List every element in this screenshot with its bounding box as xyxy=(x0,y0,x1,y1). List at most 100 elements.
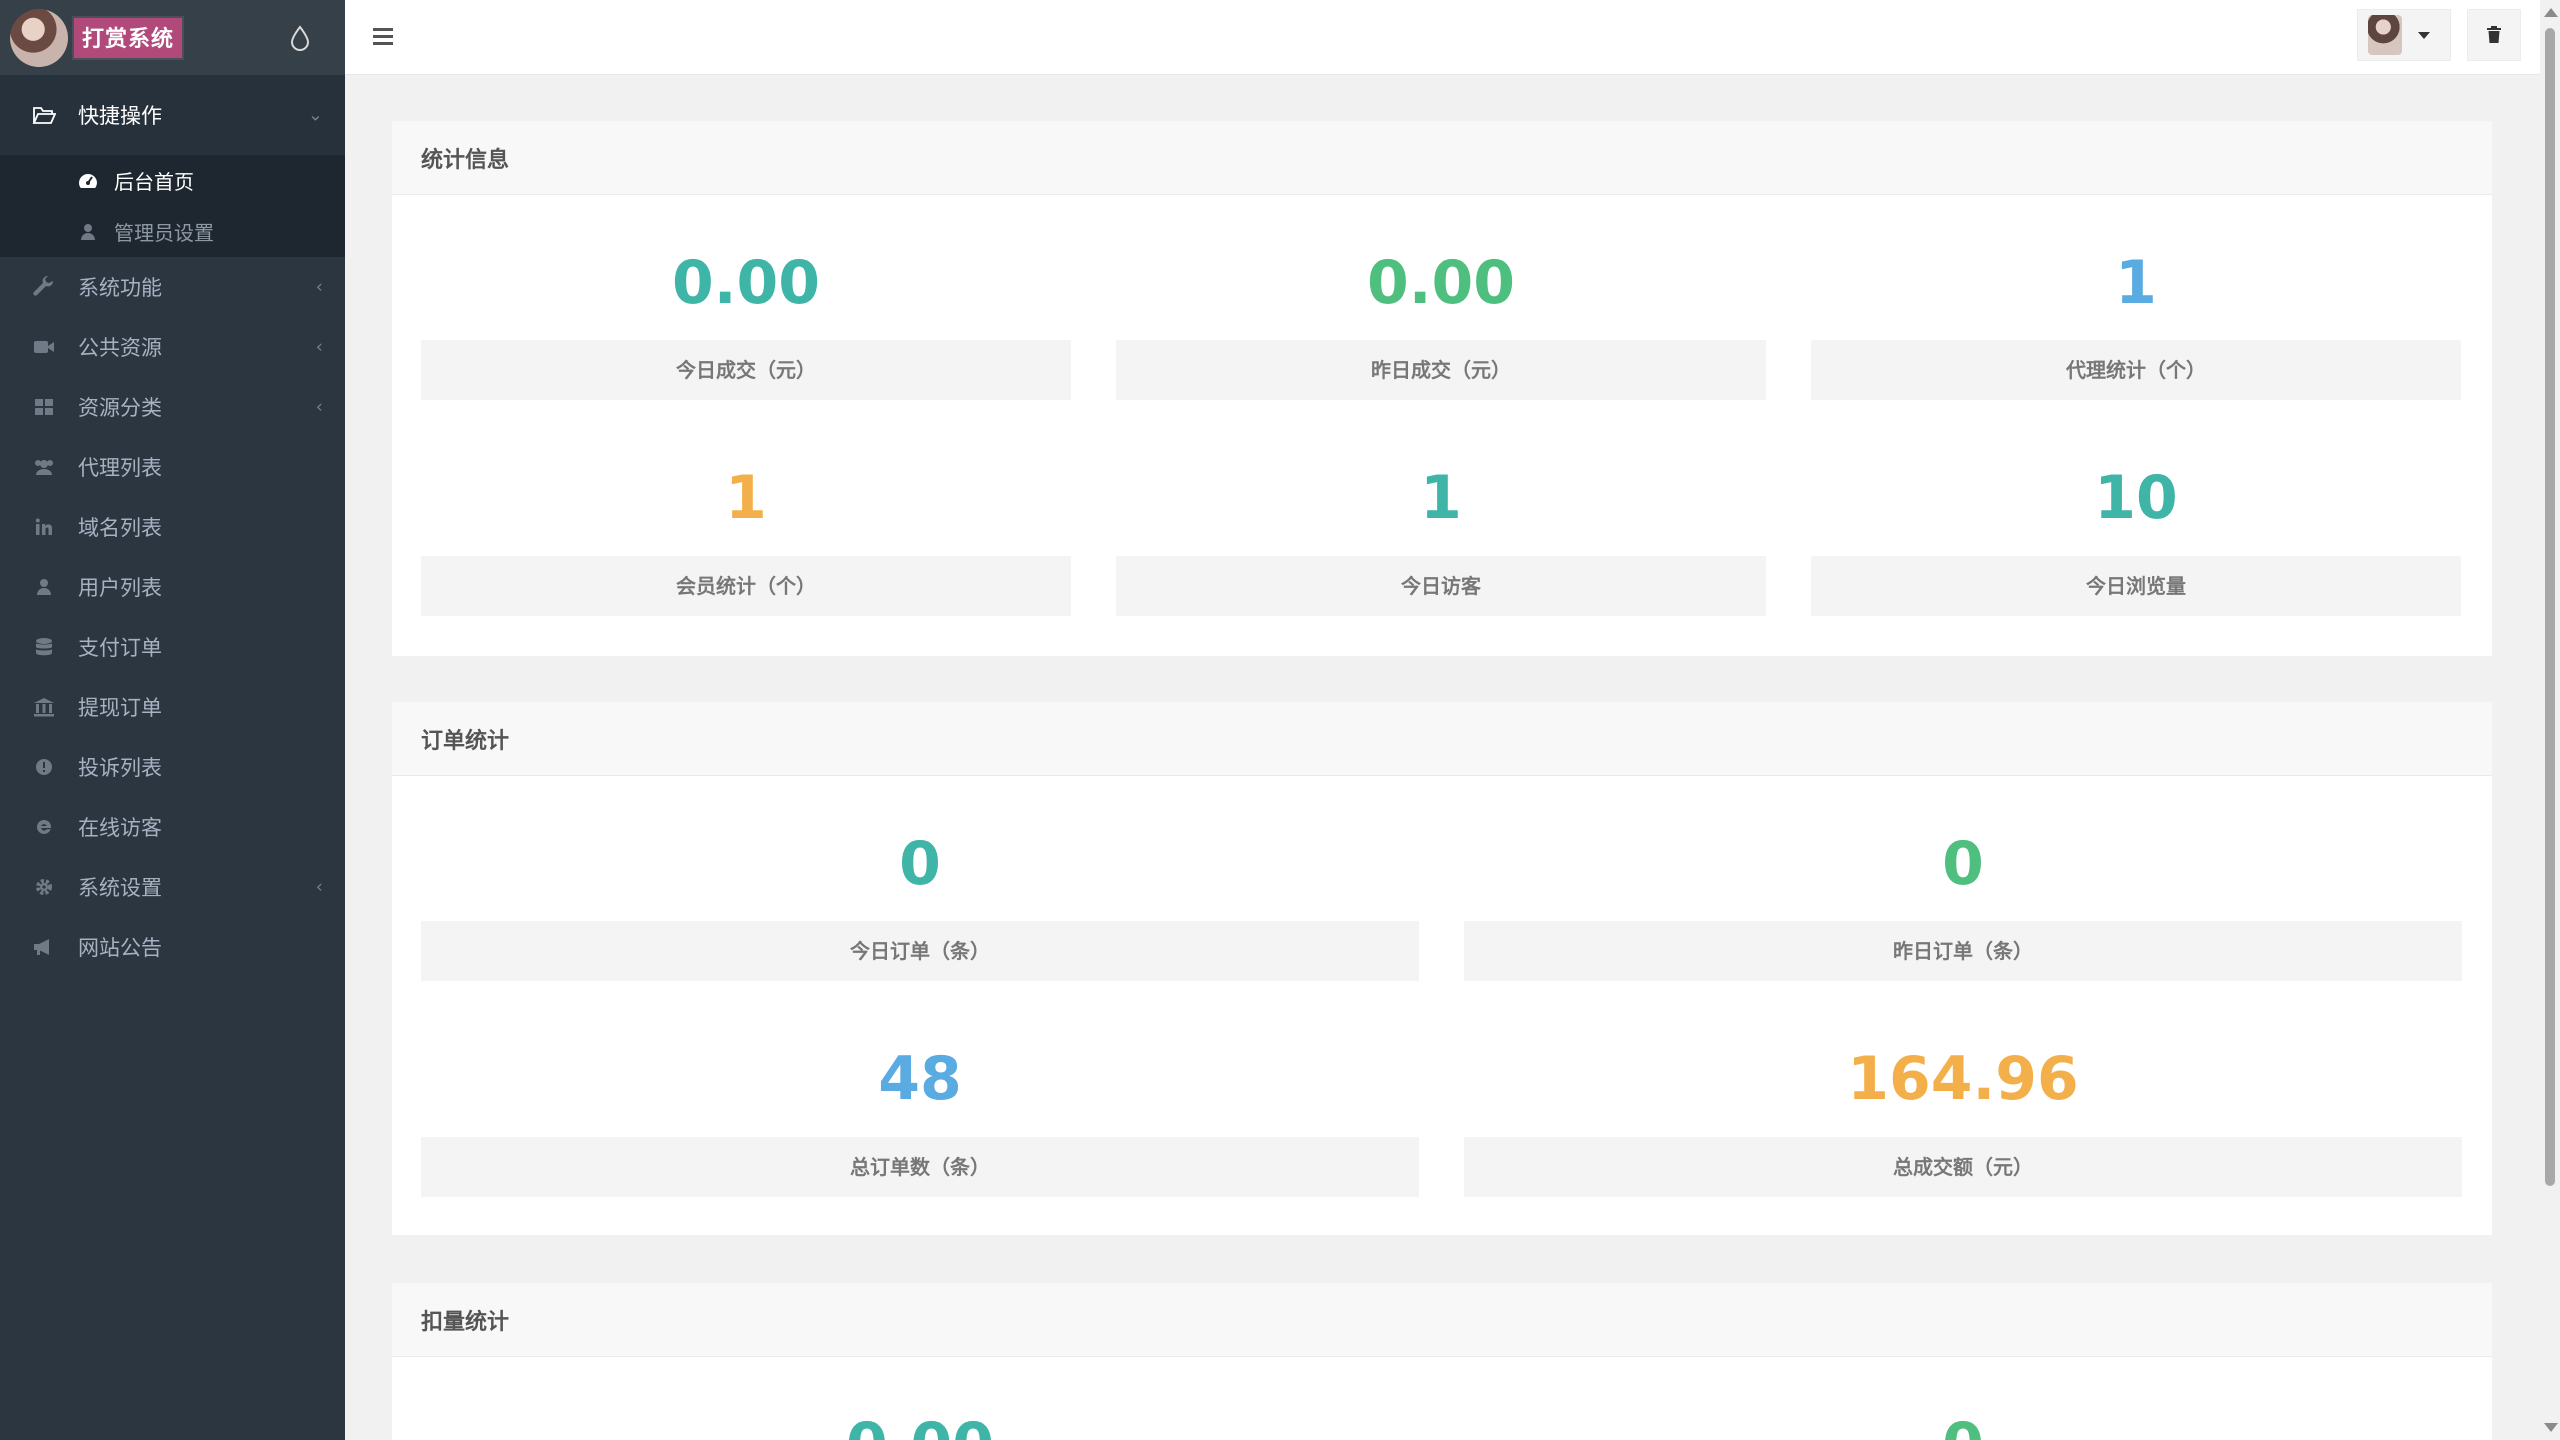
brand-header: 打赏系统 xyxy=(0,0,345,75)
sidebar-item-complaints[interactable]: 投诉列表 xyxy=(0,737,345,797)
sidebar-item-label: 代理列表 xyxy=(78,456,162,480)
chevron-left-icon: ‹ xyxy=(315,396,323,418)
bullhorn-icon xyxy=(30,936,58,958)
sidebar-subitem-label: 后台首页 xyxy=(114,170,194,194)
sidebar-item-label: 提现订单 xyxy=(78,696,162,720)
clear-cache-button[interactable] xyxy=(2467,9,2521,61)
user-menu-button[interactable] xyxy=(2357,9,2451,61)
scrollbar-thumb[interactable] xyxy=(2545,28,2555,1186)
avatar xyxy=(2368,15,2402,55)
brand-name: 打赏系统 xyxy=(72,15,185,60)
scroll-down-arrow-icon[interactable] xyxy=(2544,1423,2558,1432)
stat-value: 0.00 xyxy=(1366,248,1516,318)
alert-circle-icon xyxy=(30,756,58,778)
stat-label: 今日订单（条） xyxy=(421,921,1419,981)
sidebar-item-label: 用户列表 xyxy=(78,576,162,600)
stat-deduct-amount: 0.00 xyxy=(421,1410,1419,1440)
bank-icon xyxy=(30,696,58,718)
sidebar-item-label: 系统功能 xyxy=(78,276,162,300)
chevron-left-icon: ‹ xyxy=(315,336,323,358)
sidebar-item-label: 公共资源 xyxy=(78,336,162,360)
sidebar-item-label: 资源分类 xyxy=(78,396,162,420)
stat-value: 0.00 xyxy=(421,1410,1419,1440)
page-scrollbar[interactable] xyxy=(2540,0,2560,1440)
scroll-up-arrow-icon[interactable] xyxy=(2544,8,2558,17)
stat-label: 代理统计（个） xyxy=(1811,340,2461,400)
stat-label: 今日成交（元） xyxy=(421,340,1071,400)
sidebar-item-user-list[interactable]: 用户列表 xyxy=(0,557,345,617)
panel-title: 统计信息 xyxy=(392,121,2492,195)
stat-value: 0 xyxy=(1464,1410,2462,1440)
sidebar-item-label: 网站公告 xyxy=(78,936,162,960)
stat-label: 今日浏览量 xyxy=(1811,556,2461,616)
panel-title: 扣量统计 xyxy=(392,1283,2492,1357)
sidebar-item-quick-actions[interactable]: 快捷操作 ⌄ xyxy=(0,75,345,155)
stat-value: 10 xyxy=(2094,463,2178,533)
sidebar: 打赏系统 快捷操作 ⌄ 后台首页 管理员设置 系统功能 ‹ 公共资源 ‹ 资源分… xyxy=(0,0,345,1440)
stat-label: 今日访客 xyxy=(1116,556,1766,616)
stat-value: 1 xyxy=(2115,248,2157,318)
stat-total-revenue: 164.96 总成交额（元） xyxy=(1464,1044,2462,1197)
sidebar-item-public-resources[interactable]: 公共资源 ‹ xyxy=(0,317,345,377)
users-icon xyxy=(30,456,58,478)
sidebar-subitem-dashboard[interactable]: 后台首页 xyxy=(0,155,345,206)
trash-icon xyxy=(2487,26,2501,43)
database-icon xyxy=(30,636,58,658)
gear-icon xyxy=(30,876,58,898)
deduct-panel: 扣量统计 0.00 0 xyxy=(392,1283,2492,1440)
sidebar-item-label: 在线访客 xyxy=(78,816,162,840)
dashboard-icon xyxy=(78,171,98,191)
stat-label: 会员统计（个） xyxy=(421,556,1071,616)
sidebar-subitem-admin-settings[interactable]: 管理员设置 xyxy=(0,206,345,257)
orders-panel: 订单统计 0 今日订单（条） 0 昨日订单（条） 48 总订单数（条） 164.… xyxy=(392,702,2492,1235)
sidebar-item-label: 域名列表 xyxy=(78,516,162,540)
user-icon xyxy=(78,222,98,242)
sidebar-item-system-functions[interactable]: 系统功能 ‹ xyxy=(0,257,345,317)
stat-yesterday-orders: 0 昨日订单（条） xyxy=(1464,829,2462,981)
stat-today-revenue: 0.00 今日成交（元） xyxy=(421,248,1071,400)
sidebar-item-label: 快捷操作 xyxy=(78,104,162,128)
stat-label: 总订单数（条） xyxy=(421,1137,1419,1197)
sidebar-item-site-announcements[interactable]: 网站公告 xyxy=(0,917,345,977)
sidebar-item-label: 支付订单 xyxy=(78,636,162,660)
stat-today-pageviews: 10 今日浏览量 xyxy=(1811,463,2461,616)
stat-label: 总成交额（元） xyxy=(1464,1137,2462,1197)
wrench-icon xyxy=(30,276,58,298)
theme-drop-icon[interactable] xyxy=(289,25,311,51)
brand-avatar xyxy=(10,8,68,67)
chevron-down-icon: ⌄ xyxy=(307,104,323,126)
menu-toggle-icon[interactable] xyxy=(373,28,393,46)
folder-open-icon xyxy=(30,104,58,126)
caret-down-icon xyxy=(2418,31,2430,39)
stat-member-count: 1 会员统计（个） xyxy=(421,463,1071,616)
stat-deduct-count: 0 xyxy=(1464,1410,2462,1440)
linkedin-icon xyxy=(30,516,58,538)
sidebar-item-system-settings[interactable]: 系统设置 ‹ xyxy=(0,857,345,917)
sidebar-item-resource-categories[interactable]: 资源分类 ‹ xyxy=(0,377,345,437)
ie-icon xyxy=(30,816,58,838)
stat-label: 昨日成交（元） xyxy=(1116,340,1766,400)
stat-value: 0 xyxy=(1942,829,1984,899)
stats-panel: 统计信息 0.00 今日成交（元） 0.00 昨日成交（元） 1 代理统计（个）… xyxy=(392,121,2492,656)
stat-today-visitors: 1 今日访客 xyxy=(1116,463,1766,616)
stat-value: 48 xyxy=(878,1044,962,1114)
sidebar-item-label: 系统设置 xyxy=(78,876,162,900)
sidebar-item-agent-list[interactable]: 代理列表 xyxy=(0,437,345,497)
sidebar-subitem-label: 管理员设置 xyxy=(114,221,214,245)
stat-agent-count: 1 代理统计（个） xyxy=(1811,248,2461,400)
chevron-left-icon: ‹ xyxy=(315,276,323,298)
sidebar-item-payment-orders[interactable]: 支付订单 xyxy=(0,617,345,677)
panel-title: 订单统计 xyxy=(392,702,2492,776)
grid-icon xyxy=(30,396,58,418)
sidebar-item-domain-list[interactable]: 域名列表 xyxy=(0,497,345,557)
sidebar-item-withdraw-orders[interactable]: 提现订单 xyxy=(0,677,345,737)
sidebar-item-label: 投诉列表 xyxy=(78,756,162,780)
menu-group-quick: 快捷操作 ⌄ 后台首页 管理员设置 xyxy=(0,75,345,257)
user-icon xyxy=(30,576,58,598)
stat-total-orders: 48 总订单数（条） xyxy=(421,1044,1419,1197)
stat-value: 1 xyxy=(1420,463,1462,533)
stat-value: 164.96 xyxy=(1847,1044,2079,1114)
stat-value: 1 xyxy=(725,463,767,533)
sidebar-item-online-visitors[interactable]: 在线访客 xyxy=(0,797,345,857)
stat-yesterday-revenue: 0.00 昨日成交（元） xyxy=(1116,248,1766,400)
